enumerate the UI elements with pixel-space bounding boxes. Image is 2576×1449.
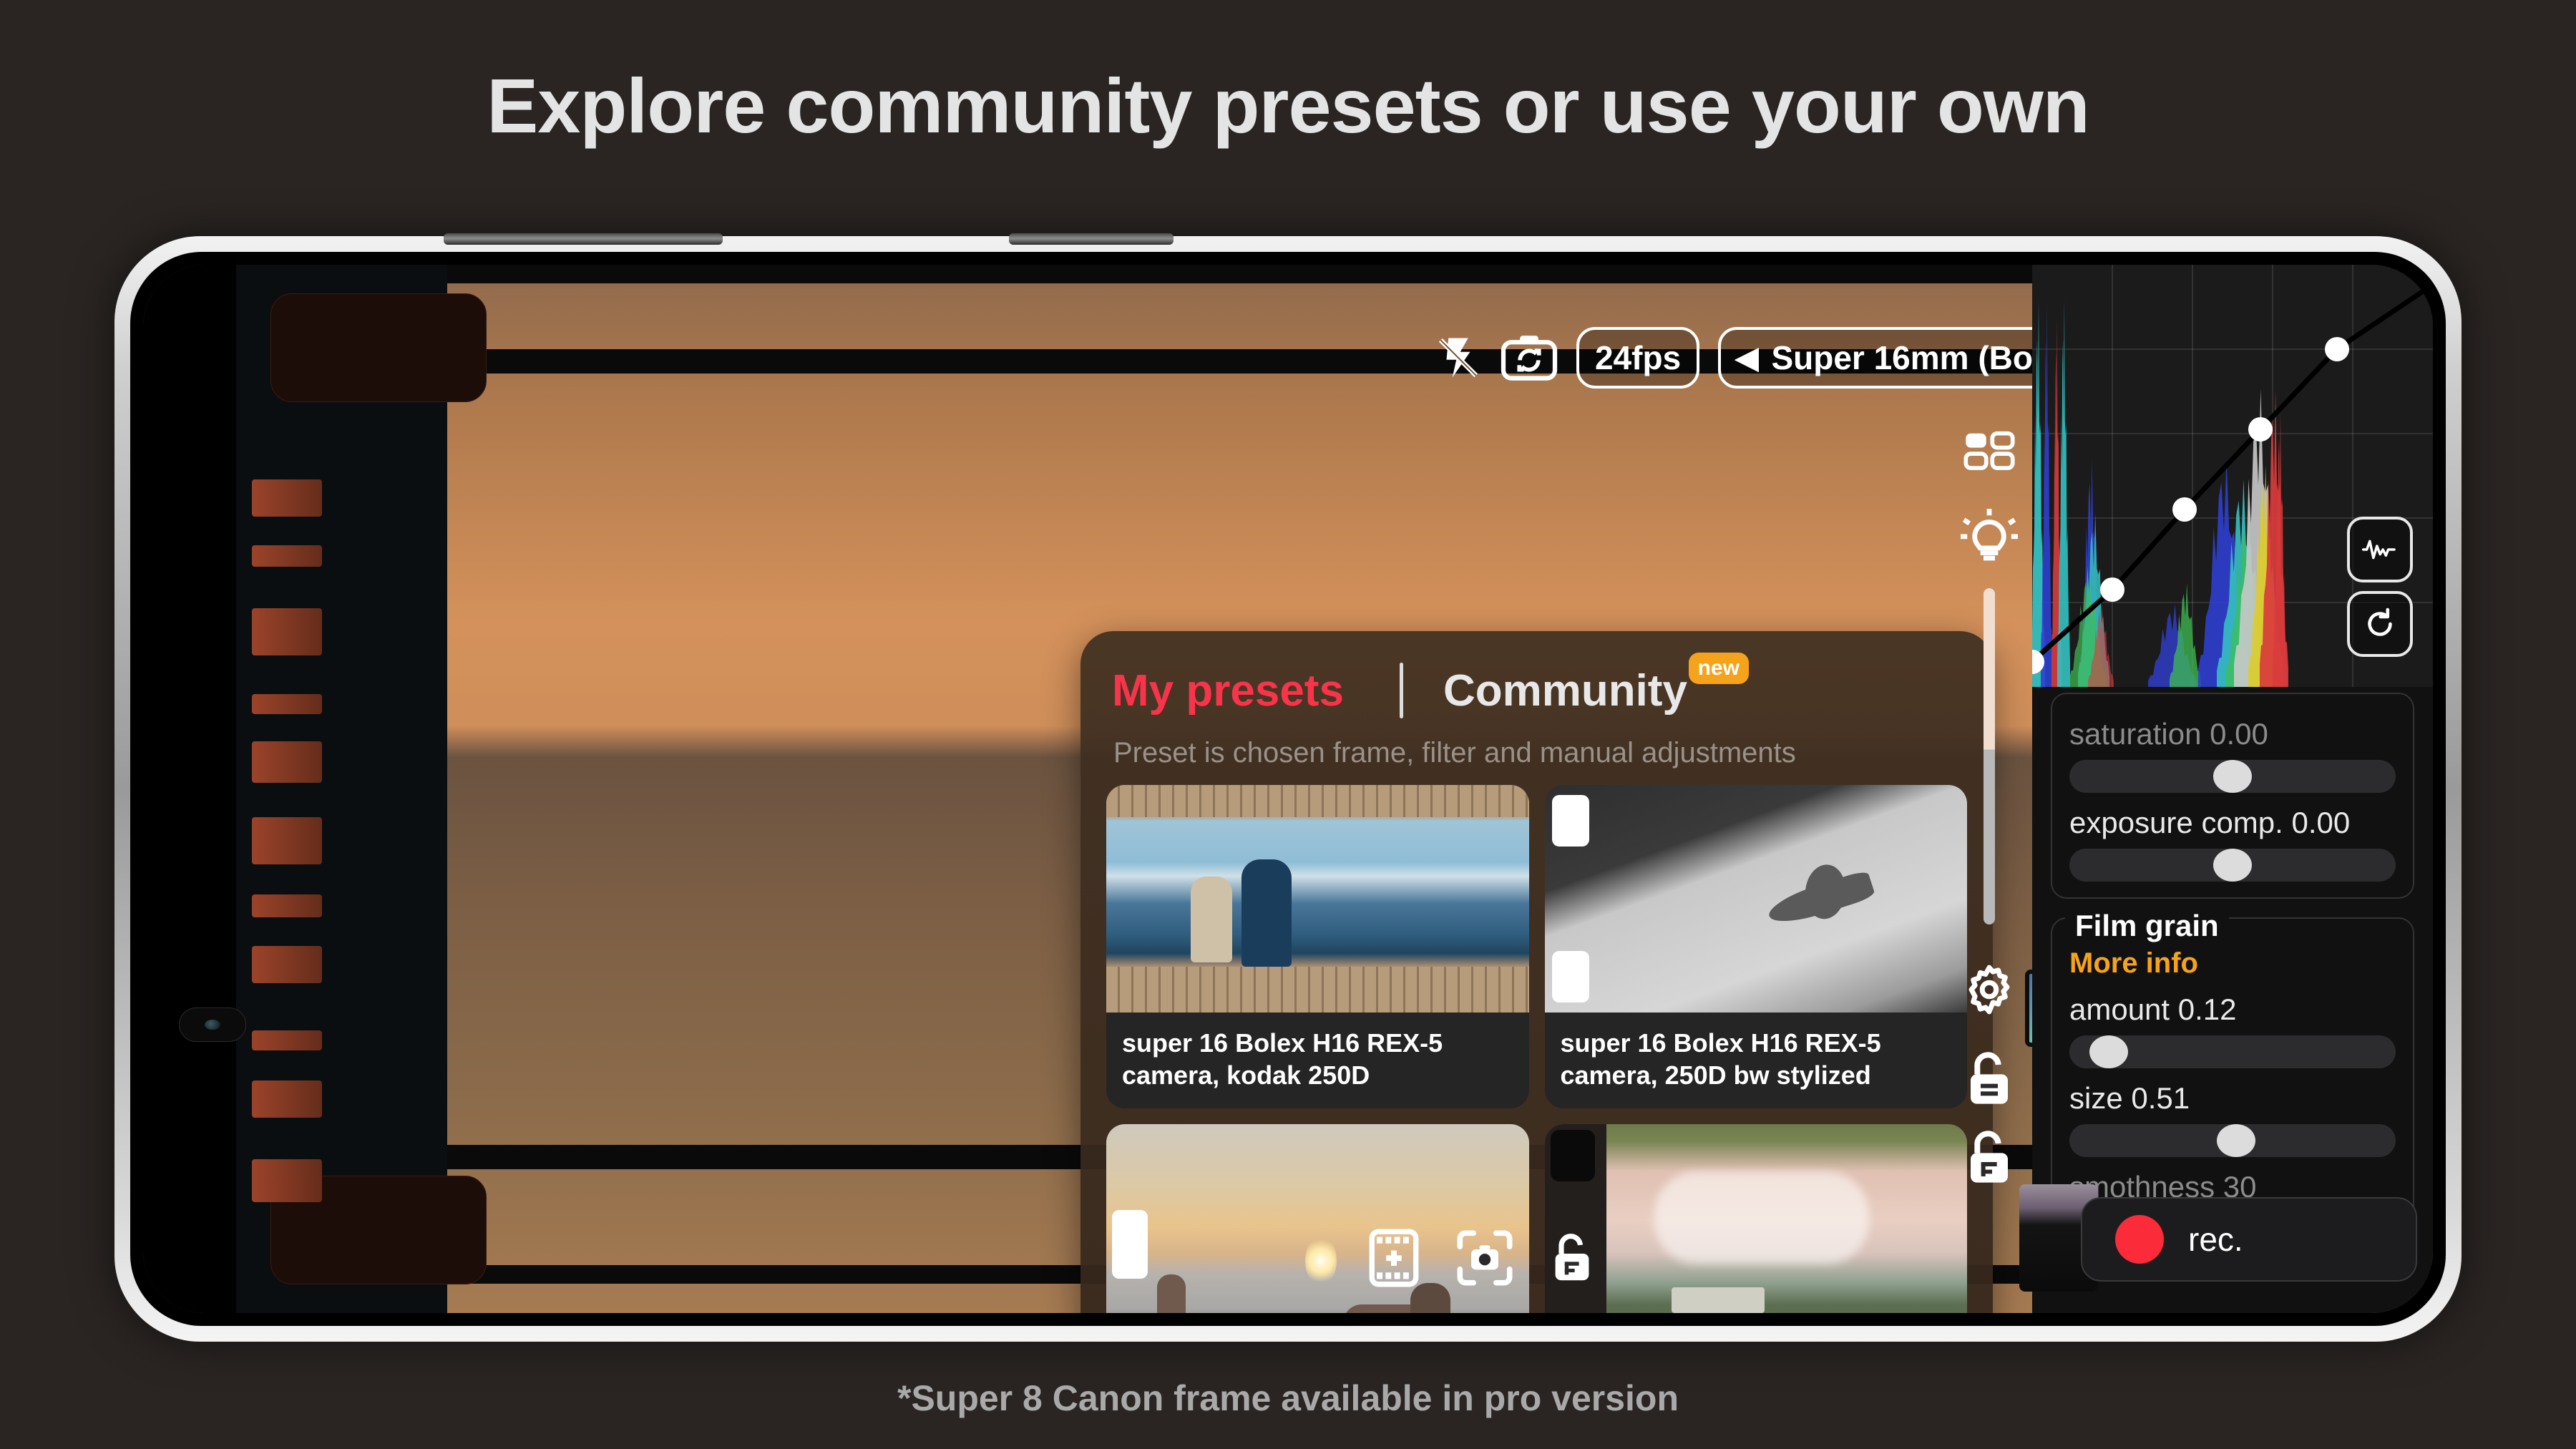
brightness-icon[interactable] — [1958, 507, 2021, 564]
preset-card[interactable]: super 16 Bolex H16 REX-5 camera, kodak 2… — [1106, 785, 1529, 1108]
record-button[interactable]: rec. — [2081, 1197, 2417, 1282]
film-grain-title: Film grain — [2065, 909, 2229, 943]
bottom-icon-group — [1367, 1227, 1596, 1289]
phone-screen: 24fps ◀ Super 16mm (Bolex H16 REX-5) ▶ N… — [143, 265, 2433, 1313]
preset-caption: super 16 Bolex H16 REX-5 camera, 250D bw… — [1560, 1028, 1881, 1090]
saturation-slider[interactable] — [2069, 760, 2396, 793]
curve-control-point[interactable] — [2100, 577, 2124, 602]
tab-my-presets[interactable]: My presets — [1112, 665, 1344, 716]
record-label: rec. — [2188, 1221, 2243, 1258]
histogram-curve-chart[interactable] — [2032, 265, 2433, 687]
film-perforation — [252, 1030, 322, 1050]
film-perforation — [252, 946, 322, 983]
slider-knob[interactable] — [2213, 849, 2252, 882]
presets-tabs: My presets Community new — [1080, 631, 1993, 718]
lock-focus-icon[interactable] — [1548, 1229, 1596, 1287]
curve-control-point[interactable] — [2172, 497, 2197, 522]
page-title: Explore community presets or use your ow… — [487, 62, 2090, 149]
film-grain-section: More info amount 0.12 size 0.51 smothnes… — [2051, 917, 2414, 1230]
frame-prev-arrow[interactable]: ◀ — [1735, 343, 1758, 373]
gear-icon[interactable] — [1960, 960, 2019, 1019]
film-perforation — [252, 694, 322, 714]
slider-knob[interactable] — [2213, 760, 2252, 793]
presets-panel: My presets Community new Preset is chose… — [1080, 631, 1993, 1313]
fps-button[interactable]: 24fps — [1576, 327, 1700, 389]
exposure-comp-label: exposure comp. 0.00 — [2069, 806, 2351, 839]
lock-exposure-icon[interactable] — [1963, 1050, 2016, 1108]
grain-size-label: size 0.51 — [2069, 1081, 2190, 1115]
front-camera — [179, 1008, 246, 1042]
more-info-link[interactable]: More info — [2069, 947, 2396, 980]
record-dot-icon — [2115, 1215, 2164, 1264]
film-perforation — [252, 1080, 322, 1118]
film-add-icon[interactable] — [1367, 1227, 1421, 1289]
presets-subtitle: Preset is chosen frame, filter and manua… — [1113, 737, 1796, 769]
grain-size-slider[interactable] — [2069, 1124, 2396, 1157]
valley-thumb — [1544, 1124, 1967, 1313]
film-perforation — [252, 741, 322, 783]
reset-icon[interactable] — [2347, 591, 2413, 657]
camera-vertical-toolbar — [1946, 429, 2032, 1186]
lock-focus-icon[interactable] — [1963, 1129, 2016, 1186]
preset-card[interactable]: super 16 Bolex H16 REX-5 camera, 250D bw… — [1544, 785, 1967, 1108]
tab-divider — [1399, 663, 1403, 718]
curve-control-point[interactable] — [2248, 417, 2273, 442]
color-adjust-section: saturation 0.00 exposure comp. 0.00 — [2051, 693, 2414, 899]
camera-flip-icon[interactable] — [1501, 333, 1558, 383]
phone-device-frame: 24fps ◀ Super 16mm (Bolex H16 REX-5) ▶ N… — [114, 233, 2462, 1342]
bw-plane-thumb — [1544, 785, 1967, 1013]
footnote: *Super 8 Canon frame available in pro ve… — [897, 1378, 1679, 1418]
waveform-icon[interactable] — [2347, 517, 2413, 582]
volume-button[interactable] — [444, 233, 723, 245]
preset-card[interactable] — [1544, 1124, 1967, 1313]
film-perforation — [252, 479, 322, 517]
grid-icon[interactable] — [1963, 429, 2016, 482]
curve-control-point[interactable] — [2324, 337, 2349, 361]
photo-capture-icon[interactable] — [1455, 1228, 1514, 1288]
phone-bezel: 24fps ◀ Super 16mm (Bolex H16 REX-5) ▶ N… — [130, 252, 2446, 1326]
adjustments-panel: saturation 0.00 exposure comp. 0.00 More… — [2032, 265, 2433, 1313]
film-perforation — [252, 608, 322, 655]
film-perforation — [252, 1159, 322, 1202]
grain-amount-slider[interactable] — [2069, 1035, 2396, 1068]
film-perforation — [252, 545, 322, 567]
zoom-slider[interactable] — [1984, 588, 1995, 924]
slider-knob[interactable] — [2216, 1124, 2255, 1157]
slider-knob[interactable] — [2089, 1035, 2128, 1068]
tab-community-label: Community — [1443, 665, 1687, 716]
grain-amount-label: amount 0.12 — [2069, 992, 2237, 1026]
power-button[interactable] — [1009, 233, 1174, 245]
new-badge: new — [1688, 652, 1749, 684]
tab-community[interactable]: Community new — [1443, 652, 1749, 716]
preset-caption: super 16 Bolex H16 REX-5 camera, kodak 2… — [1122, 1028, 1443, 1090]
mountain-deck-thumb — [1106, 785, 1529, 1013]
flash-off-icon[interactable] — [1435, 334, 1482, 381]
film-perforation — [252, 817, 322, 864]
saturation-label: saturation 0.00 — [2069, 717, 2268, 751]
exposure-comp-slider[interactable] — [2069, 849, 2396, 882]
film-perforation — [252, 894, 322, 917]
film-gate-left — [143, 265, 487, 1313]
film-gate-block-top — [270, 293, 487, 402]
film-edge — [143, 265, 236, 1313]
